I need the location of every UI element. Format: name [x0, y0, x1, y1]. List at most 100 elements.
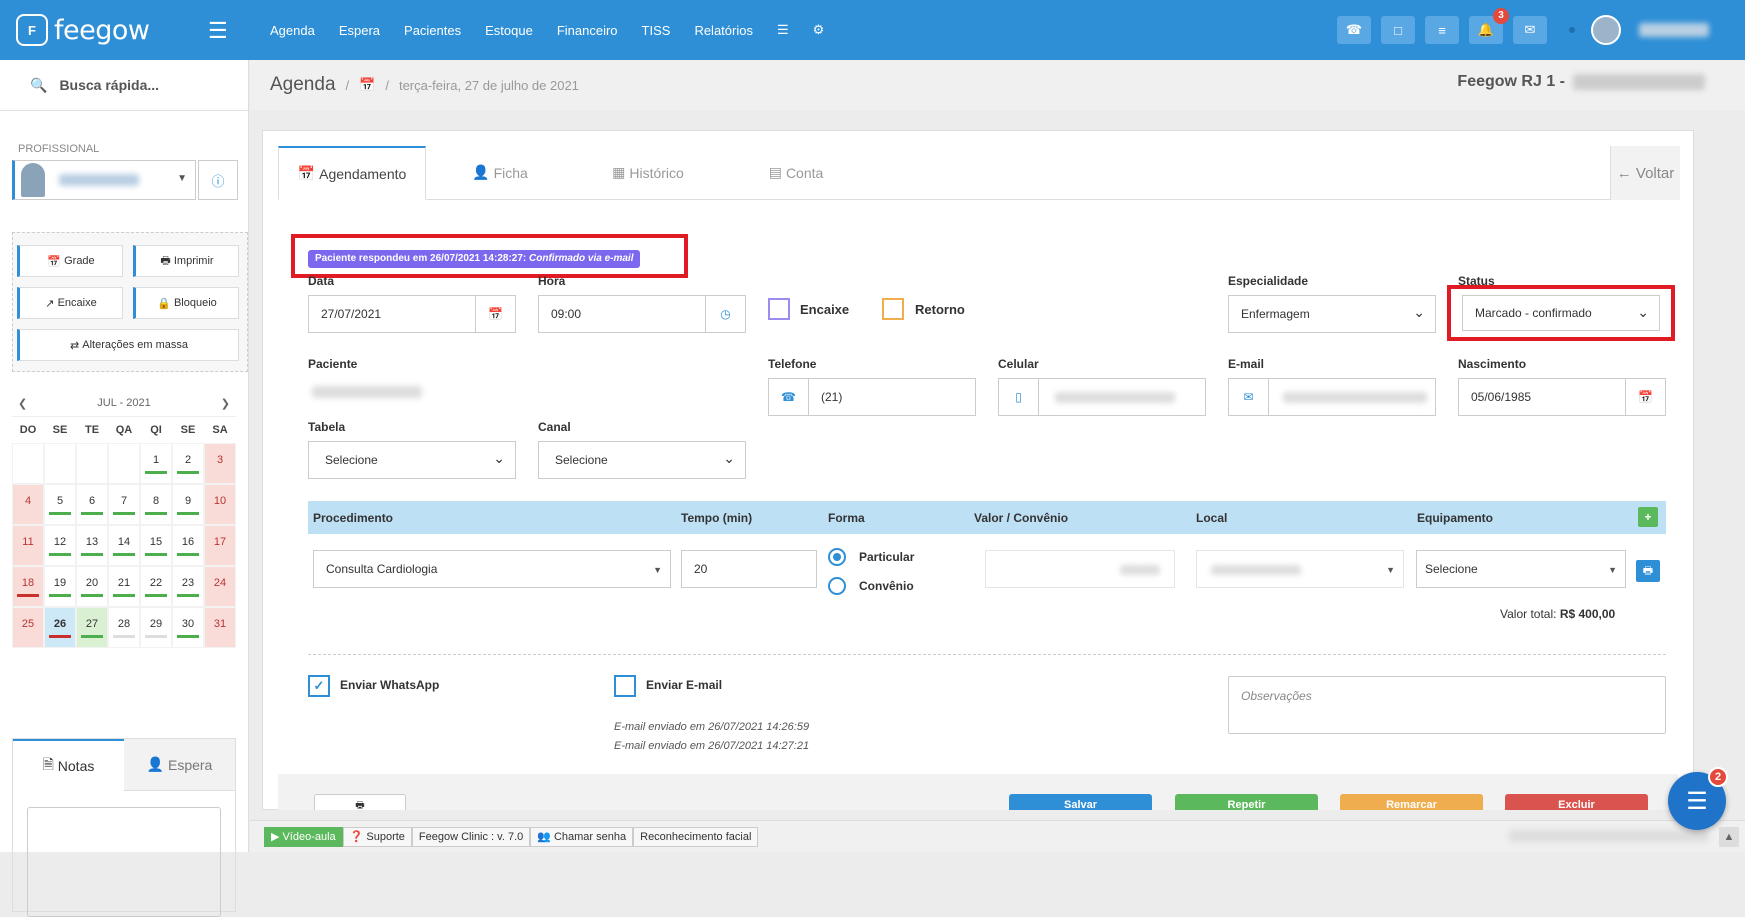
- gear-icon[interactable]: ⚙: [801, 22, 837, 38]
- nascimento-field[interactable]: 05/06/1985 📅: [1458, 378, 1666, 416]
- user-avatar[interactable]: [1591, 15, 1621, 45]
- calendar-prev-icon[interactable]: ❮: [18, 397, 27, 410]
- canal-select[interactable]: Selecione: [538, 441, 746, 479]
- calendar-day[interactable]: 19: [44, 566, 76, 607]
- bell-icon[interactable]: 🔔 3: [1469, 8, 1509, 44]
- tabela-select[interactable]: Selecione: [308, 441, 516, 479]
- calendar-day[interactable]: 12: [44, 525, 76, 566]
- calendar-day[interactable]: 4: [12, 484, 44, 525]
- professional-select[interactable]: ▼: [12, 160, 196, 200]
- chamar-senha-button[interactable]: 👥 Chamar senha: [530, 826, 634, 847]
- feegow-logo[interactable]: F feegow: [16, 12, 236, 48]
- chat-icon[interactable]: ✉: [1513, 16, 1547, 44]
- nav-agenda[interactable]: Agenda: [258, 23, 327, 38]
- local-select[interactable]: ▼: [1196, 550, 1404, 588]
- calendar-day[interactable]: 20: [76, 566, 108, 607]
- tempo-field[interactable]: 20: [681, 550, 817, 588]
- calendar-day[interactable]: 30: [172, 607, 204, 648]
- telefone-field[interactable]: ☎ (21): [768, 378, 976, 416]
- inbox-icon[interactable]: □: [1381, 16, 1415, 44]
- calendar-day[interactable]: 2: [172, 443, 204, 484]
- status-select[interactable]: Marcado - confirmado: [1462, 295, 1660, 331]
- calendar-day[interactable]: 22: [140, 566, 172, 607]
- whatsapp-checkbox[interactable]: ✓: [308, 675, 330, 697]
- calendar-day[interactable]: 23: [172, 566, 204, 607]
- calendar-day[interactable]: 6: [76, 484, 108, 525]
- calendar-day[interactable]: 7: [108, 484, 140, 525]
- calendar-day[interactable]: 28: [108, 607, 140, 648]
- encaixe-button[interactable]: ↗ Encaixe: [17, 287, 123, 319]
- calendar-day-today[interactable]: 27: [76, 607, 108, 648]
- user-name-blurred[interactable]: [1639, 23, 1709, 37]
- calendar-day[interactable]: 17: [204, 525, 236, 566]
- suporte-button[interactable]: ❓ Suporte: [342, 826, 412, 847]
- tab-ficha[interactable]: 👤 Ficha: [426, 146, 574, 199]
- page-title[interactable]: Agenda: [270, 74, 336, 96]
- list-icon[interactable]: ≡: [1425, 16, 1459, 44]
- calendar-day[interactable]: 18: [12, 566, 44, 607]
- nav-estoque[interactable]: Estoque: [473, 23, 545, 38]
- equipamento-select[interactable]: Selecione ▼: [1416, 550, 1626, 588]
- calendar-day-selected[interactable]: 26: [44, 607, 76, 648]
- email-field[interactable]: ✉: [1228, 378, 1436, 416]
- grade-button[interactable]: 📅 Grade: [17, 245, 123, 277]
- calendar-icon[interactable]: 📅: [475, 296, 515, 332]
- remarcar-button[interactable]: Remarcar: [1340, 794, 1483, 810]
- calendar-day[interactable]: 15: [140, 525, 172, 566]
- calendar-day[interactable]: 5: [44, 484, 76, 525]
- nav-espera[interactable]: Espera: [327, 23, 392, 38]
- calendar-day[interactable]: 3: [204, 443, 236, 484]
- tab-notas[interactable]: 🗎 Notas: [13, 739, 124, 791]
- notes-textarea[interactable]: [27, 807, 221, 917]
- imprimir-button[interactable]: 🖶 Imprimir: [133, 245, 239, 277]
- calendar-day[interactable]: 29: [140, 607, 172, 648]
- calendar-day[interactable]: 21: [108, 566, 140, 607]
- reconhecimento-facial-button[interactable]: Reconhecimento facial: [633, 826, 759, 847]
- calendar-day[interactable]: 11: [12, 525, 44, 566]
- voltar-button[interactable]: ← Voltar: [1610, 146, 1680, 200]
- observacoes-textarea[interactable]: Observações: [1228, 676, 1666, 734]
- tab-conta[interactable]: ▤ Conta: [722, 146, 870, 199]
- calendar-day[interactable]: 10: [204, 484, 236, 525]
- calendar-day[interactable]: 25: [12, 607, 44, 648]
- clock-icon[interactable]: ◷: [705, 296, 745, 332]
- calendar-day[interactable]: 31: [204, 607, 236, 648]
- print-procedure-button[interactable]: 🖶: [1636, 560, 1660, 582]
- calendar-next-icon[interactable]: ❯: [221, 397, 230, 410]
- calendar-day[interactable]: 8: [140, 484, 172, 525]
- patient-name-blurred[interactable]: [312, 386, 422, 398]
- nav-pacientes[interactable]: Pacientes: [392, 23, 473, 38]
- print-button[interactable]: 🖶: [314, 794, 406, 811]
- database-icon[interactable]: ☰: [765, 22, 801, 38]
- calendar-day[interactable]: 1: [140, 443, 172, 484]
- nav-tiss[interactable]: TISS: [630, 23, 683, 38]
- calendar-day[interactable]: 16: [172, 525, 204, 566]
- data-field[interactable]: 27/07/2021 📅: [308, 295, 516, 333]
- repetir-button[interactable]: Repetir: [1175, 794, 1318, 810]
- scroll-top-icon[interactable]: ▲: [1719, 827, 1739, 847]
- salvar-button[interactable]: Salvar: [1009, 794, 1152, 810]
- nav-financeiro[interactable]: Financeiro: [545, 23, 630, 38]
- calendar-icon[interactable]: 📅: [1625, 379, 1665, 415]
- calendar-day[interactable]: 9: [172, 484, 204, 525]
- alteracoes-em-massa-button[interactable]: ⇄ Alterações em massa: [17, 329, 239, 361]
- especialidade-select[interactable]: Enfermagem: [1228, 295, 1436, 333]
- calendar-day[interactable]: 13: [76, 525, 108, 566]
- encaixe-checkbox[interactable]: [768, 298, 790, 320]
- retorno-checkbox[interactable]: [882, 298, 904, 320]
- particular-radio[interactable]: [828, 548, 846, 566]
- quick-search[interactable]: 🔍 Busca rápida...: [0, 60, 248, 111]
- excluir-button[interactable]: Excluir: [1505, 794, 1648, 810]
- bloqueio-button[interactable]: 🔒 Bloqueio: [133, 287, 239, 319]
- email-checkbox[interactable]: [614, 675, 636, 697]
- nav-relatorios[interactable]: Relatórios: [682, 23, 765, 38]
- calendar-day[interactable]: 14: [108, 525, 140, 566]
- hora-field[interactable]: 09:00 ◷: [538, 295, 746, 333]
- phone-icon[interactable]: ☎: [1337, 16, 1371, 44]
- hamburger-menu-icon[interactable]: ☰: [208, 18, 228, 44]
- procedimento-select[interactable]: Consulta Cardiologia ▼: [313, 550, 671, 588]
- tab-agendamento[interactable]: 📅 Agendamento: [278, 146, 426, 200]
- add-procedure-button[interactable]: +: [1638, 507, 1658, 527]
- info-icon[interactable]: ⓘ: [198, 160, 238, 200]
- calendar-day[interactable]: 24: [204, 566, 236, 607]
